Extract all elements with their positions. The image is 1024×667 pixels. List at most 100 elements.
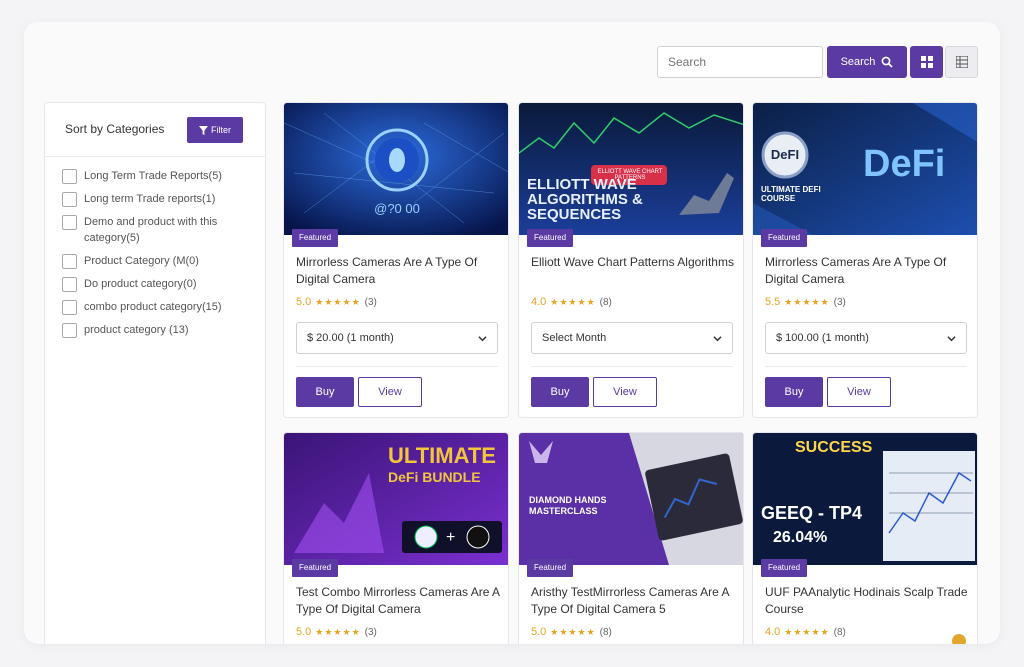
- category-item[interactable]: Product Category (M(0): [62, 253, 265, 269]
- product-rating: 5.5 ★★★★★ (3): [765, 296, 846, 308]
- view-button[interactable]: View: [358, 377, 422, 407]
- card-divider: [296, 366, 498, 367]
- svg-text:+: +: [446, 529, 455, 546]
- category-label: Long term Trade reports(1): [84, 193, 216, 205]
- image-subcaption: GEEQ - TP4: [761, 503, 863, 523]
- top-toolbar: Search: [24, 22, 1000, 102]
- grid-view-button[interactable]: [910, 46, 943, 78]
- featured-badge: Featured: [292, 229, 339, 247]
- star-icons: ★★★★★: [315, 626, 361, 637]
- category-checkbox[interactable]: [62, 254, 77, 269]
- filter-button[interactable]: Filter: [187, 117, 243, 143]
- product-image[interactable]: DeFI DeFi ULTIMATE DEFI COURSE: [753, 103, 977, 235]
- product-title[interactable]: Aristhy TestMirrorless Cameras Are A Typ…: [531, 584, 736, 618]
- product-image[interactable]: SUCCESS GEEQ - TP4 26.04%: [753, 433, 977, 565]
- plan-select[interactable]: Select Month: [531, 322, 733, 354]
- category-checkbox[interactable]: [62, 192, 77, 207]
- product-title[interactable]: Mirrorless Cameras Are A Type Of Digital…: [765, 254, 970, 288]
- category-item[interactable]: product category (13): [62, 322, 265, 338]
- buy-button[interactable]: Buy: [531, 377, 589, 407]
- category-label: combo product category(15): [84, 301, 222, 313]
- featured-badge: Featured: [292, 559, 339, 577]
- rating-value: 5.0: [296, 626, 312, 638]
- help-badge-icon[interactable]: [952, 634, 966, 644]
- category-label: Product Category (M(0): [84, 255, 199, 267]
- sidebar-header: Sort by Categories Filter: [45, 103, 265, 157]
- category-item[interactable]: Do product category(0): [62, 276, 265, 292]
- rating-value: 4.0: [531, 296, 547, 308]
- category-item[interactable]: Long term Trade reports(1): [62, 191, 265, 207]
- featured-badge: Featured: [527, 229, 574, 247]
- rating-value: 5.5: [765, 296, 781, 308]
- product-card[interactable]: DeFI DeFi ULTIMATE DEFI COURSE Featured …: [752, 102, 978, 418]
- product-card[interactable]: SUCCESS GEEQ - TP4 26.04% Featured UUF P…: [752, 432, 978, 644]
- product-card[interactable]: ELLIOTT WAVE CHART PATTERNS ELLIOTT WAVE…: [518, 102, 744, 418]
- buy-button[interactable]: Buy: [765, 377, 823, 407]
- product-rating: 5.0 ★★★★★ (3): [296, 626, 377, 638]
- product-image[interactable]: DIAMOND HANDS MASTERCLASS: [519, 433, 743, 565]
- star-icons: ★★★★★: [784, 626, 830, 637]
- filter-button-label: Filter: [211, 125, 231, 135]
- plan-select-value: $ 20.00 (1 month): [307, 332, 394, 344]
- app-window: Search Sort by Categories Filter Long Te…: [24, 22, 1000, 644]
- search-icon: [882, 56, 894, 68]
- category-checkbox[interactable]: [62, 300, 77, 315]
- star-icons: ★★★★★: [550, 296, 596, 307]
- rating-count: (8): [599, 626, 612, 638]
- view-button[interactable]: View: [593, 377, 657, 407]
- search-input[interactable]: [657, 46, 823, 78]
- image-caption: @?0 00: [374, 201, 420, 216]
- plan-select[interactable]: $ 100.00 (1 month): [765, 322, 967, 354]
- category-checkbox[interactable]: [62, 277, 77, 292]
- featured-badge: Featured: [761, 229, 808, 247]
- product-card[interactable]: + ULTIMATE DeFi BUNDLE Featured Test Com…: [283, 432, 509, 644]
- product-rating: 5.0 ★★★★★ (8): [531, 626, 612, 638]
- grid-icon: [920, 56, 933, 68]
- buy-button[interactable]: Buy: [296, 377, 354, 407]
- list-view-button[interactable]: [945, 46, 978, 78]
- product-rating: 5.0 ★★★★★ (3): [296, 296, 377, 308]
- rating-count: (3): [833, 296, 846, 308]
- star-icons: ★★★★★: [315, 296, 361, 307]
- list-icon: [955, 56, 968, 68]
- chevron-down-icon: [478, 335, 487, 341]
- category-label: Do product category(0): [84, 278, 197, 290]
- category-list: Long Term Trade Reports(5) Long term Tra…: [45, 157, 265, 338]
- rating-count: (8): [599, 296, 612, 308]
- product-image[interactable]: + ULTIMATE DeFi BUNDLE: [284, 433, 508, 565]
- product-title[interactable]: Test Combo Mirrorless Cameras Are A Type…: [296, 584, 501, 618]
- rating-value: 4.0: [765, 626, 781, 638]
- featured-badge: Featured: [761, 559, 808, 577]
- category-checkbox[interactable]: [62, 323, 77, 338]
- filter-icon: [199, 125, 208, 135]
- image-caption: ELLIOTT WAVE ALGORITHMS & SEQUENCES: [527, 176, 643, 223]
- product-card[interactable]: DIAMOND HANDS MASTERCLASS Featured Arist…: [518, 432, 744, 644]
- image-percent: 26.04%: [773, 529, 828, 546]
- product-image[interactable]: ELLIOTT WAVE CHART PATTERNS ELLIOTT WAVE…: [519, 103, 743, 235]
- rating-count: (3): [364, 296, 377, 308]
- plan-select-value: Select Month: [542, 332, 607, 344]
- plan-select[interactable]: $ 20.00 (1 month): [296, 322, 498, 354]
- sidebar-title: Sort by Categories: [65, 122, 165, 136]
- image-caption: DIAMOND HANDS MASTERCLASS: [529, 495, 607, 516]
- product-rating: 4.0 ★★★★★ (8): [531, 296, 612, 308]
- product-title[interactable]: Mirrorless Cameras Are A Type Of Digital…: [296, 254, 501, 288]
- featured-badge: Featured: [527, 559, 574, 577]
- category-label: Long Term Trade Reports(5): [84, 170, 222, 182]
- search-button[interactable]: Search: [827, 46, 907, 78]
- image-caption: DeFi: [863, 143, 946, 185]
- category-label: Demo and product with this category(5): [84, 216, 218, 244]
- view-button[interactable]: View: [827, 377, 891, 407]
- chevron-down-icon: [947, 335, 956, 341]
- product-title[interactable]: UUF PAAnalytic Hodinais Scalp Trade Cour…: [765, 584, 970, 618]
- product-rating: 4.0 ★★★★★ (8): [765, 626, 846, 638]
- category-item[interactable]: Demo and product with this category(5): [62, 214, 265, 246]
- category-checkbox[interactable]: [62, 215, 77, 230]
- product-image[interactable]: @?0 00: [284, 103, 508, 235]
- image-subcaption: DeFi BUNDLE: [388, 469, 481, 485]
- product-title[interactable]: Elliott Wave Chart Patterns Algorithms: [531, 254, 736, 271]
- product-card[interactable]: @?0 00 Featured Mirrorless Cameras Are A…: [283, 102, 509, 418]
- category-checkbox[interactable]: [62, 169, 77, 184]
- category-item[interactable]: combo product category(15): [62, 299, 265, 315]
- category-item[interactable]: Long Term Trade Reports(5): [62, 168, 265, 184]
